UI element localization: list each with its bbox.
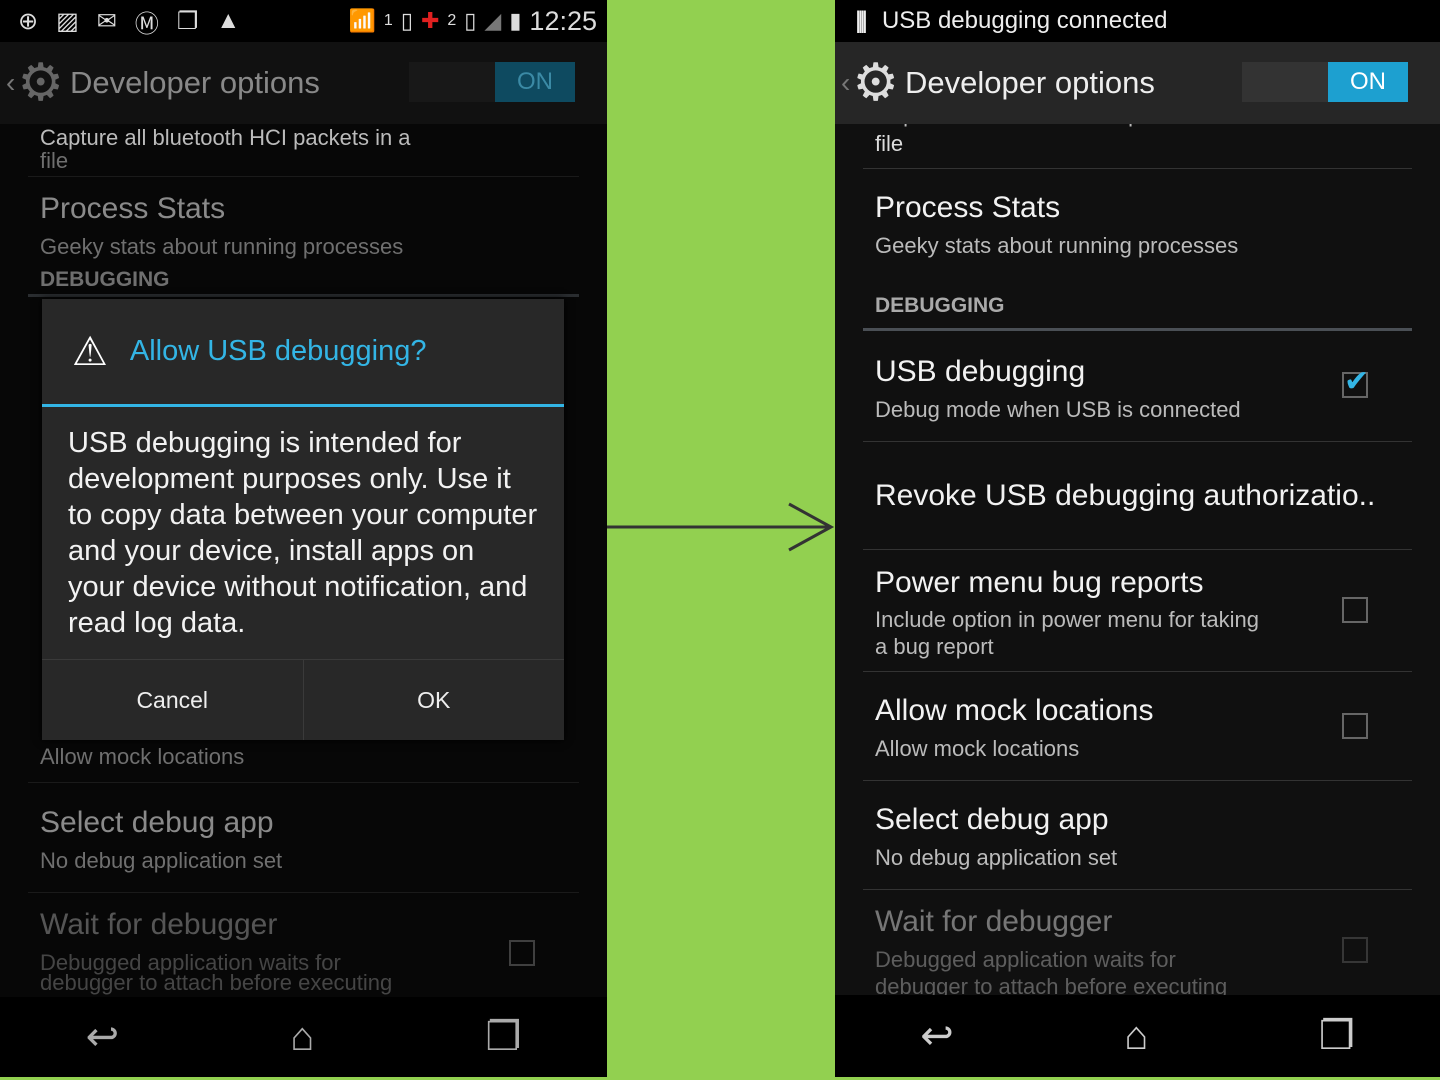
checkmark-icon: ✔ — [1344, 365, 1370, 398]
gear-icon: ⚙ — [852, 54, 899, 112]
triangle-app-icon: ▲ — [216, 7, 241, 34]
divider — [863, 889, 1412, 890]
dialog-message: USB debugging is intended for developmen… — [68, 427, 538, 639]
recents-icon[interactable]: ❐ — [486, 1014, 522, 1060]
section-header: DEBUGGING — [875, 294, 1005, 317]
back-caret-icon[interactable]: ‹ — [841, 67, 850, 99]
cancel-button[interactable]: Cancel — [42, 660, 303, 740]
section-header: DEBUGGING — [40, 268, 170, 291]
item-summary: file — [40, 148, 69, 173]
item-summary: Debugged application waits for — [875, 947, 1176, 972]
signal-icon: ◢ — [484, 8, 502, 33]
item-title: Select debug app — [875, 803, 1109, 836]
power-menu-checkbox[interactable] — [1342, 597, 1368, 623]
item-title: Process Stats — [875, 191, 1061, 224]
add-icon: ⊕ — [18, 7, 39, 35]
status-bar: |||| USB debugging connected — [835, 0, 1440, 42]
action-bar: ‹ ⚙ Developer options ON — [0, 42, 607, 124]
item-summary: No debug application set — [40, 848, 283, 873]
section-divider — [28, 294, 579, 297]
item-title: Wait for debugger — [40, 908, 278, 941]
item-summary: debugger to attach before executing — [40, 970, 393, 995]
left-phone-screen: ⊕ ▨ ✉ Ⓜ ❐ ▲ 📶 1 ▯ ✚ 2 ▯ ◢ ▮ 12:25 ‹ ⚙ Deve… — [0, 0, 607, 1077]
usb-debugging-checkbox[interactable]: ✔ — [1342, 365, 1369, 398]
copy-icon: ❐ — [176, 7, 199, 35]
recents-icon[interactable]: ❐ — [1319, 1013, 1355, 1059]
ok-button[interactable]: OK — [302, 660, 565, 740]
divider — [863, 780, 1412, 781]
status-bar: ⊕ ▨ ✉ Ⓜ ❐ ▲ 📶 1 ▯ ✚ 2 ▯ ◢ ▮ 12:25 — [0, 0, 607, 42]
back-caret-icon[interactable]: ‹ — [6, 67, 15, 99]
clipped-summary: Capture all bluetooth HCI packets in a — [40, 125, 411, 150]
developer-options-switch[interactable]: ON — [1242, 62, 1408, 102]
developer-options-switch[interactable]: ON — [409, 62, 575, 102]
red-cross-icon: ✚ — [420, 8, 440, 33]
allow-usb-debugging-dialog: ⚠ Allow USB debugging? USB debugging is … — [42, 299, 564, 740]
checkbox — [509, 940, 535, 966]
item-summary: Allow mock locations — [40, 744, 245, 769]
messages-icon: ✉ — [96, 7, 117, 35]
wifi-icon: 📶 — [348, 8, 376, 33]
back-icon[interactable]: ↩ — [86, 1014, 120, 1060]
switch-label: ON — [495, 62, 575, 102]
notification-ticker: USB debugging connected — [881, 7, 1168, 34]
item-revoke-usb-authorizations[interactable]: Revoke USB debugging authorizatio.. — [875, 479, 1375, 513]
back-icon[interactable]: ↩ — [920, 1013, 954, 1059]
item-title: Select debug app — [40, 806, 274, 839]
sim2-label: 2 — [447, 12, 457, 29]
action-bar: ‹ ⚙ Developer options ON — [835, 42, 1440, 124]
gear-icon: ⚙ — [17, 54, 64, 112]
motorola-icon: Ⓜ — [134, 10, 159, 38]
battery-icon: ▮ — [509, 8, 522, 33]
usb-debug-notification-icon: |||| — [855, 7, 868, 34]
item-title: Wait for debugger — [875, 905, 1113, 938]
item-title: Process Stats — [40, 192, 226, 225]
sim2-icon: ▯ — [464, 8, 477, 33]
item-title: Power menu bug reports — [875, 566, 1204, 599]
divider — [863, 441, 1412, 442]
mock-locations-checkbox[interactable] — [1342, 713, 1368, 739]
arrow-icon — [607, 502, 835, 552]
clock: 12:25 — [529, 5, 597, 36]
item-summary: Debug mode when USB is connected — [875, 397, 1241, 422]
item-summary: Allow mock locations — [875, 736, 1080, 761]
right-phone-screen: |||| USB debugging connected Capture all… — [835, 0, 1440, 1077]
divider — [863, 168, 1412, 169]
home-icon[interactable]: ⌂ — [290, 1015, 314, 1060]
warning-icon: ⚠ — [72, 329, 108, 374]
checkbox — [1342, 937, 1368, 963]
divider — [863, 671, 1412, 672]
section-divider — [863, 328, 1412, 331]
switch-label: ON — [1328, 62, 1408, 102]
divider — [863, 549, 1412, 550]
navigation-bar: ↩ ⌂ ❐ — [0, 997, 607, 1077]
sim1-label: 1 — [383, 12, 393, 29]
page-title: Developer options — [69, 65, 320, 100]
item-title: Allow mock locations — [875, 694, 1154, 727]
dialog-title: Allow USB debugging? — [129, 335, 427, 367]
sim1-icon: ▯ — [400, 8, 413, 33]
item-summary: Include option in power menu for taking — [875, 607, 1260, 632]
item-summary: No debug application set — [875, 845, 1118, 870]
divider — [28, 176, 579, 177]
item-summary: a bug report — [875, 634, 994, 659]
home-icon[interactable]: ⌂ — [1124, 1014, 1148, 1059]
item-summary: Geeky stats about running processes — [40, 234, 404, 259]
divider — [28, 782, 579, 783]
page-title: Developer options — [904, 65, 1155, 100]
item-title: USB debugging — [875, 355, 1086, 388]
item-summary: Geeky stats about running processes — [875, 233, 1239, 258]
divider — [28, 892, 579, 893]
item-summary: file — [875, 131, 904, 156]
navigation-bar: ↩ ⌂ ❐ — [835, 995, 1440, 1077]
image-icon: ▨ — [56, 7, 79, 35]
